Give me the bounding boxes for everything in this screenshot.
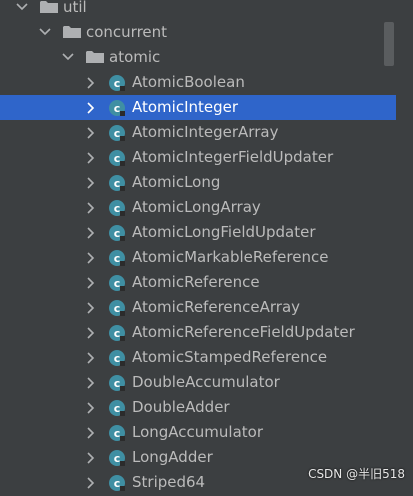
chevron-right-icon[interactable]: [83, 100, 99, 116]
svg-text:c: c: [114, 377, 121, 390]
java-class-icon: c: [108, 449, 126, 467]
tree-item-class[interactable]: c AtomicLongArray: [0, 195, 396, 220]
tree-item-class[interactable]: c DoubleAdder: [0, 395, 396, 420]
tree-item-class[interactable]: c AtomicIntegerArray: [0, 120, 396, 145]
svg-text:c: c: [114, 202, 121, 215]
tree-item-label: AtomicReferenceArray: [132, 298, 301, 316]
chevron-down-icon[interactable]: [14, 0, 30, 15]
java-class-icon: c: [108, 374, 126, 392]
chevron-right-icon[interactable]: [83, 425, 99, 441]
java-class-icon: c: [108, 224, 126, 242]
tree-item-label: AtomicInteger: [132, 98, 239, 116]
java-class-icon: c: [108, 199, 126, 217]
tree-item-class[interactable]: c AtomicMarkableReference: [0, 245, 396, 270]
svg-text:c: c: [114, 227, 121, 240]
chevron-down-icon[interactable]: [37, 24, 53, 40]
tree-item-label: AtomicMarkableReference: [132, 248, 329, 266]
folder-icon: [63, 25, 81, 39]
chevron-right-icon[interactable]: [83, 325, 99, 341]
svg-text:c: c: [114, 427, 121, 440]
java-class-icon: c: [108, 174, 126, 192]
chevron-right-icon[interactable]: [83, 200, 99, 216]
svg-text:c: c: [114, 177, 121, 190]
chevron-right-icon[interactable]: [83, 125, 99, 141]
tree-item-label: LongAccumulator: [132, 423, 264, 441]
tree-item-util[interactable]: util: [0, 0, 396, 20]
chevron-right-icon[interactable]: [83, 375, 99, 391]
tree-item-label: AtomicReferenceFieldUpdater: [132, 323, 355, 341]
watermark: CSDN @半旧518: [308, 467, 405, 481]
svg-text:c: c: [114, 127, 121, 140]
chevron-right-icon[interactable]: [83, 275, 99, 291]
tree-item-label: DoubleAccumulator: [132, 373, 280, 391]
java-class-icon: c: [108, 299, 126, 317]
tree-item-label: AtomicIntegerFieldUpdater: [132, 148, 334, 166]
tree-item-label: LongAdder: [132, 448, 213, 466]
tree-item-label: Striped64: [132, 473, 206, 491]
svg-text:c: c: [114, 452, 121, 465]
folder-icon: [86, 50, 104, 64]
chevron-down-icon[interactable]: [60, 49, 76, 65]
scrollbar-thumb[interactable]: [384, 22, 394, 66]
tree-item-concurrent[interactable]: concurrent: [0, 20, 396, 45]
svg-text:c: c: [114, 477, 121, 490]
java-class-icon: c: [108, 424, 126, 442]
chevron-right-icon[interactable]: [83, 475, 99, 491]
svg-text:c: c: [114, 277, 121, 290]
java-class-icon: c: [108, 124, 126, 142]
svg-text:c: c: [114, 252, 121, 265]
svg-text:c: c: [114, 77, 121, 90]
tree-item-label: concurrent: [86, 23, 168, 41]
tree-item-class[interactable]: c AtomicBoolean: [0, 70, 396, 95]
chevron-right-icon[interactable]: [83, 350, 99, 366]
tree-item-label: AtomicIntegerArray: [132, 123, 279, 141]
tree-item-label: AtomicLong: [132, 173, 221, 191]
svg-text:c: c: [114, 352, 121, 365]
tree-item-label: AtomicLongFieldUpdater: [132, 223, 316, 241]
tree-item-label: AtomicLongArray: [132, 198, 261, 216]
chevron-right-icon[interactable]: [83, 75, 99, 91]
java-class-icon: c: [108, 99, 126, 117]
java-class-icon: c: [108, 324, 126, 342]
tree-item-label: AtomicReference: [132, 273, 260, 291]
tree-item-atomic[interactable]: atomic: [0, 45, 396, 70]
svg-text:c: c: [114, 102, 121, 115]
chevron-right-icon[interactable]: [83, 225, 99, 241]
tree-item-label: AtomicBoolean: [132, 73, 245, 91]
tree-item-label: AtomicStampedReference: [132, 348, 328, 366]
tree-item-class[interactable]: c AtomicLongFieldUpdater: [0, 220, 396, 245]
svg-text:c: c: [114, 402, 121, 415]
tree-item-class[interactable]: c AtomicLong: [0, 170, 396, 195]
java-class-icon: c: [108, 149, 126, 167]
chevron-right-icon[interactable]: [83, 250, 99, 266]
tree-item-class[interactable]: c AtomicReferenceFieldUpdater: [0, 320, 396, 345]
svg-text:c: c: [114, 302, 121, 315]
svg-text:c: c: [114, 152, 121, 165]
tree-item-class[interactable]: c AtomicStampedReference: [0, 345, 396, 370]
java-class-icon: c: [108, 249, 126, 267]
chevron-right-icon[interactable]: [83, 300, 99, 316]
java-class-icon: c: [108, 349, 126, 367]
java-class-icon: c: [108, 474, 126, 492]
chevron-right-icon[interactable]: [83, 400, 99, 416]
tree-item-class[interactable]: c AtomicIntegerFieldUpdater: [0, 145, 396, 170]
svg-text:c: c: [114, 327, 121, 340]
chevron-right-icon[interactable]: [83, 150, 99, 166]
tree-item-class[interactable]: c AtomicReferenceArray: [0, 295, 396, 320]
chevron-right-icon[interactable]: [83, 450, 99, 466]
tree-item-label: atomic: [109, 48, 161, 66]
tree-item-class[interactable]: c AtomicInteger: [0, 95, 396, 120]
tree-item-class[interactable]: c DoubleAccumulator: [0, 370, 396, 395]
folder-icon: [40, 0, 58, 14]
tree-item-label: util: [63, 0, 87, 16]
tree-item-class[interactable]: c AtomicReference: [0, 270, 396, 295]
java-class-icon: c: [108, 274, 126, 292]
tree-item-class[interactable]: c LongAccumulator: [0, 420, 396, 445]
chevron-right-icon[interactable]: [83, 175, 99, 191]
java-class-icon: c: [108, 399, 126, 417]
java-class-icon: c: [108, 74, 126, 92]
tree-item-label: DoubleAdder: [132, 398, 230, 416]
